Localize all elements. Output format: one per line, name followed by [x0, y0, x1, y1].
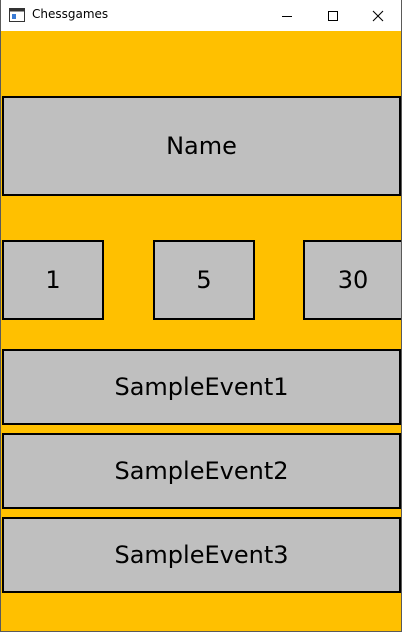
number-box-3[interactable]: 30 [303, 240, 401, 320]
number-box-2[interactable]: 5 [153, 240, 255, 320]
maximize-icon [328, 10, 338, 21]
name-box[interactable]: Name [2, 96, 401, 196]
maximize-button[interactable] [310, 0, 356, 31]
close-icon [372, 10, 384, 21]
minimize-icon [282, 15, 292, 17]
number-box-1[interactable]: 1 [2, 240, 104, 320]
event-item-1[interactable]: SampleEvent1 [2, 349, 401, 425]
app-window: Chessgames Name 1 5 30 SampleEvent1 Samp… [0, 0, 402, 632]
close-button[interactable] [355, 0, 401, 31]
app-icon [9, 8, 25, 22]
title-bar[interactable]: Chessgames [1, 0, 401, 31]
event-item-2[interactable]: SampleEvent2 [2, 433, 401, 509]
window-title: Chessgames [32, 7, 109, 21]
minimize-button[interactable] [264, 0, 310, 31]
event-item-3[interactable]: SampleEvent3 [2, 517, 401, 593]
client-area: Name 1 5 30 SampleEvent1 SampleEvent2 Sa… [1, 31, 401, 631]
